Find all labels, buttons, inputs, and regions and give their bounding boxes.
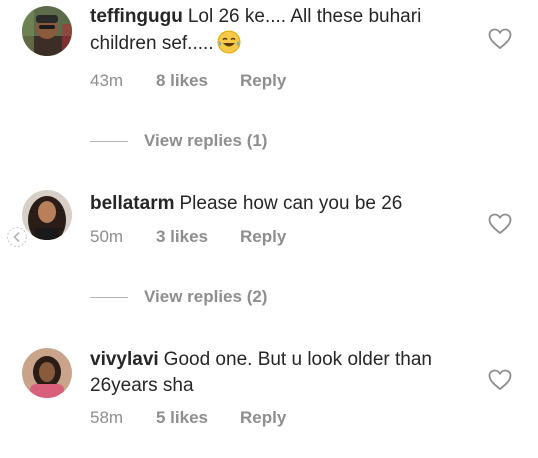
reply-button[interactable]: Reply: [240, 408, 286, 428]
reply-button[interactable]: Reply: [240, 71, 286, 91]
heart-outline-icon[interactable]: [488, 369, 512, 391]
comment-meta: 43m 8 likes Reply: [90, 71, 286, 91]
avatar[interactable]: [22, 348, 72, 398]
comment-meta: 50m 3 likes Reply: [90, 227, 286, 247]
view-replies-divider: [90, 140, 128, 142]
view-replies-divider: [90, 296, 128, 298]
comment-body: Please how can you be 26: [179, 193, 403, 214]
comment-username[interactable]: teffingugu: [90, 6, 183, 27]
comment-time: 43m: [90, 71, 124, 90]
view-replies-button[interactable]: View replies (1): [90, 130, 267, 152]
heart-outline-icon[interactable]: [488, 213, 512, 235]
chevron-left-icon[interactable]: [6, 226, 28, 248]
heart-outline-icon[interactable]: [488, 28, 512, 50]
comment-likes[interactable]: 8 likes: [156, 71, 240, 91]
comment-meta: 58m 5 likes Reply: [90, 408, 286, 428]
reply-button[interactable]: Reply: [240, 227, 286, 247]
comment-time: 58m: [90, 408, 124, 427]
view-replies-label: View replies (2): [144, 287, 268, 306]
comment-likes[interactable]: 5 likes: [156, 408, 240, 428]
comment-likes[interactable]: 3 likes: [156, 227, 240, 247]
avatar[interactable]: [22, 190, 72, 240]
comment-username[interactable]: bellatarm: [90, 193, 174, 214]
avatar[interactable]: [22, 6, 72, 56]
comment-text: teffingugu Lol 26 ke.... All these buhari…: [90, 4, 470, 62]
comment-text: vivylavi Good one. But u look older than …: [90, 347, 470, 399]
view-replies-label: View replies (1): [144, 131, 268, 150]
comment-text: bellatarm Please how can you be 26: [90, 191, 470, 217]
comment-time: 50m: [90, 227, 124, 246]
comment-username[interactable]: vivylavi: [90, 349, 159, 370]
view-replies-button[interactable]: View replies (2): [90, 286, 267, 308]
face-with-tears-of-joy-emoji-icon: [217, 30, 241, 62]
